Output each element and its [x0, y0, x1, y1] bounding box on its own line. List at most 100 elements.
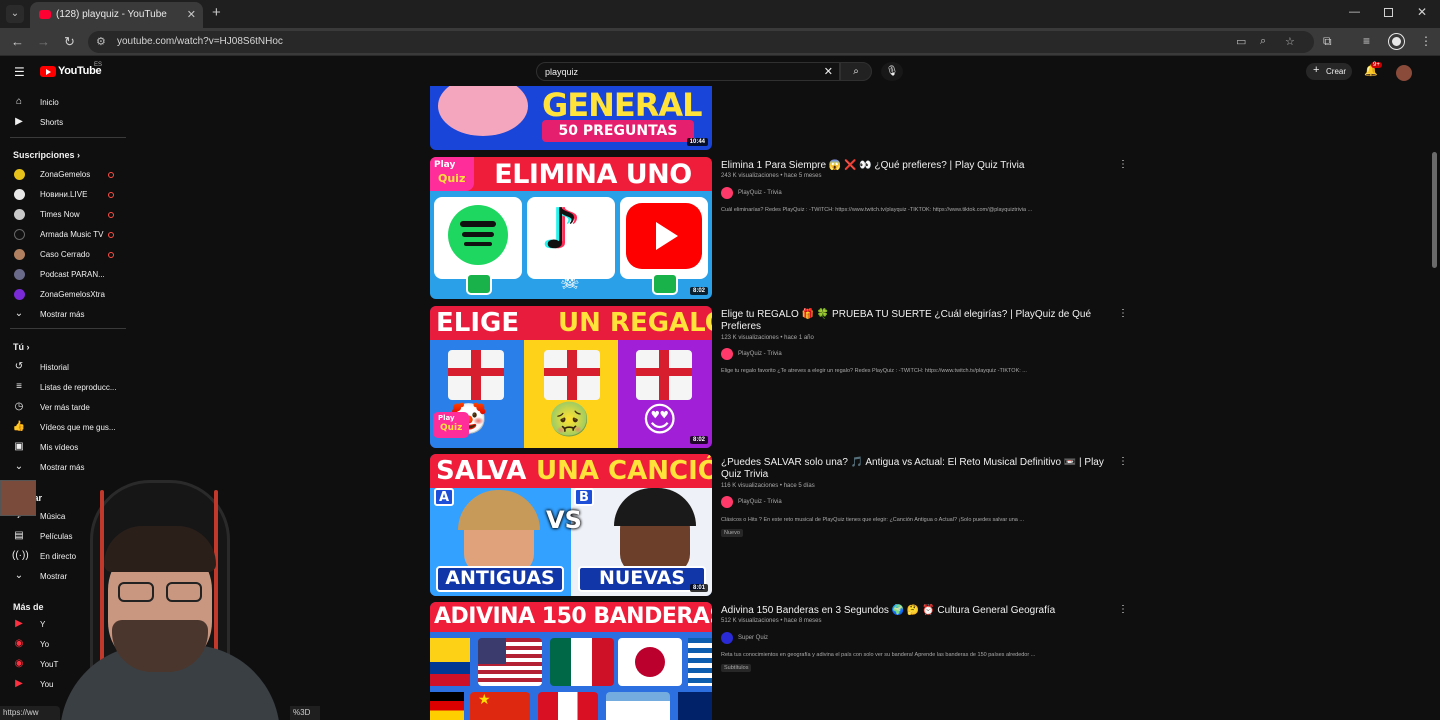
site-info-icon[interactable]: ⚙ — [96, 35, 106, 48]
channel-link[interactable]: Super Quiz — [721, 632, 921, 644]
new-tab-icon[interactable]: + — [212, 4, 221, 21]
search-value[interactable]: playquiz — [545, 67, 578, 77]
sidebar-show-more-you[interactable]: ⌄ Mostrar más — [12, 460, 124, 476]
sidebar-sub-item[interactable]: Podcast PARAN... — [12, 267, 124, 283]
sidebar-item-playlists[interactable]: ≡ Listas de reproducc... — [12, 380, 124, 396]
sidebar-item-yt-service[interactable]: ◉ YouT — [12, 657, 124, 673]
subscriptions-heading[interactable]: Suscripciones › — [13, 150, 80, 160]
channel-link[interactable]: PlayQuiz - Trivia — [721, 496, 921, 508]
sidebar-sub-item[interactable]: Times Now — [12, 207, 124, 223]
you-heading[interactable]: Tú › — [13, 342, 30, 352]
video-title[interactable]: Elige tu REGALO 🎁 🍀 PRUEBA TU SUERTE ¿Cu… — [721, 309, 1106, 333]
thumb-text: NUEVAS — [598, 567, 686, 589]
minimize-window-icon[interactable]: — — [1349, 6, 1360, 18]
channel-avatar[interactable] — [721, 348, 733, 360]
skull-icon: ☠ — [560, 270, 580, 295]
sidebar-show-more-subs[interactable]: ⌄ Mostrar más — [12, 307, 124, 323]
account-avatar[interactable] — [1396, 65, 1412, 81]
channel-link[interactable]: PlayQuiz - Trivia — [721, 348, 921, 360]
video-result[interactable]: SALVA UNA CANCIÓN A B VS ANTIGUAS NUEVAS… — [430, 454, 1130, 596]
thumb-text: ADIVINA 150 BANDERAS — [434, 604, 712, 629]
channel-name[interactable]: Super Quiz — [738, 635, 768, 641]
hamburger-menu-icon[interactable]: ☰ — [14, 65, 25, 79]
sidebar-item-history[interactable]: ↺ Historial — [12, 360, 124, 376]
video-thumbnail[interactable]: SALVA UNA CANCIÓN A B VS ANTIGUAS NUEVAS… — [430, 454, 712, 596]
reload-icon[interactable]: ↻ — [64, 34, 75, 50]
video-thumbnail[interactable]: Play Quiz ELIMINA UNO ♪ ☠ 8:02 — [430, 157, 712, 299]
clear-search-icon[interactable]: ✕ — [824, 65, 833, 78]
zoom-icon[interactable]: ⌕ — [1260, 35, 1266, 48]
thumb-text: ELIGE — [436, 308, 520, 338]
channel-avatar[interactable] — [721, 187, 733, 199]
sidebar-item-watch-later[interactable]: ◷ Ver más tarde — [12, 400, 124, 416]
sidebar-sub-item[interactable]: ZonaGemelos — [12, 167, 124, 183]
sidebar-item-shorts[interactable]: ▶ Shorts — [12, 115, 124, 131]
channel-link[interactable]: PlayQuiz - Trivia — [721, 187, 921, 199]
sidebar-item-my-videos[interactable]: ▣ Mis vídeos — [12, 440, 124, 456]
more-actions-icon[interactable]: ⋮ — [1118, 456, 1128, 467]
video-result[interactable]: ADIVINA 150 BANDERAS ★ Adivina 150 Bande… — [430, 602, 1130, 720]
duration-badge: 8:02 — [689, 436, 708, 444]
browser-tab[interactable]: (128) playquiz - YouTube ✕ — [30, 2, 203, 28]
back-icon[interactable]: ← — [11, 34, 24, 49]
tab-search-dropdown-icon[interactable]: ⌄ — [6, 5, 24, 23]
create-button[interactable]: + Crear — [1306, 63, 1352, 80]
video-thumbnail[interactable]: ELIGE UN REGALO 🤡 🤢 😍 Play Quiz 8:02 — [430, 306, 712, 448]
more-actions-icon[interactable]: ⋮ — [1118, 308, 1128, 319]
bookmark-star-icon[interactable]: ☆ — [1285, 35, 1295, 48]
close-tab-icon[interactable]: ✕ — [187, 8, 196, 21]
more-actions-icon[interactable]: ⋮ — [1118, 604, 1128, 615]
sidebar-item-music[interactable]: ♪ Música — [12, 509, 124, 525]
channel-name[interactable]: PlayQuiz - Trivia — [738, 499, 782, 505]
browser-profile-icon[interactable] — [1389, 34, 1404, 49]
sidebar-item-home[interactable]: ⌂ Inicio — [12, 95, 124, 111]
colombia-flag — [430, 638, 470, 686]
address-bar[interactable]: ⚙ youtube.com/watch?v=HJ08S6tNHoc ▭ ⌕ ☆ — [88, 31, 1314, 53]
sidebar-item-liked[interactable]: 👍 Vídeos que me gus... — [12, 420, 124, 436]
search-input[interactable]: playquiz ✕ — [536, 62, 840, 81]
search-button[interactable]: ⌕ — [840, 62, 872, 81]
channel-name[interactable]: PlayQuiz - Trivia — [738, 190, 782, 196]
youtube-logo-icon[interactable] — [40, 66, 56, 77]
sidebar-show-more-explore[interactable]: ⌄ Mostrar — [12, 569, 124, 585]
sidebar-sub-item[interactable]: Caso Cerrado — [12, 247, 124, 263]
sidebar-sub-item[interactable]: Armada Music TV — [12, 227, 124, 243]
sidebar-item-yt-service[interactable]: ▶ Y — [12, 617, 124, 633]
sidebar-sub-item[interactable]: Новини.LIVE — [12, 187, 124, 203]
media-control-icon[interactable]: ≡ — [1363, 34, 1370, 48]
sidebar-item-movies[interactable]: ▤ Películas — [12, 529, 124, 545]
video-thumbnail[interactable]: GENERAL 50 PREGUNTAS 10:44 — [430, 86, 712, 150]
video-title[interactable]: Elimina 1 Para Siempre 😱 ❌ 👀 ¿Qué prefie… — [721, 160, 1106, 172]
sidebar-item-yt-service[interactable]: ▶ You — [12, 677, 124, 693]
sidebar-item-yt-service[interactable]: ◉ Yo — [12, 637, 124, 653]
video-thumbnail[interactable]: ADIVINA 150 BANDERAS ★ — [430, 602, 712, 720]
install-app-icon[interactable]: ▭ — [1236, 35, 1246, 48]
duration-badge: 10:44 — [686, 138, 708, 146]
sidebar-item-live[interactable]: ((·)) En directo — [12, 549, 124, 565]
voice-search-icon[interactable]: 🎙 — [881, 62, 903, 81]
url-text[interactable]: youtube.com/watch?v=HJ08S6tNHoc — [117, 36, 283, 47]
restore-window-icon[interactable] — [1384, 8, 1393, 17]
video-result[interactable]: GENERAL 50 PREGUNTAS 10:44 — [430, 86, 1130, 150]
video-result[interactable]: Play Quiz ELIMINA UNO ♪ ☠ 8:02 Elimina 1… — [430, 157, 1130, 299]
extensions-icon[interactable]: ⧉ — [1323, 34, 1332, 49]
close-window-icon[interactable]: ✕ — [1417, 5, 1427, 19]
channel-name[interactable]: PlayQuiz - Trivia — [738, 351, 782, 357]
channel-avatar[interactable] — [721, 496, 733, 508]
live-indicator-icon — [108, 172, 114, 178]
forward-icon[interactable]: → — [37, 34, 50, 49]
germany-flag — [430, 692, 464, 720]
sidebar-sub-item[interactable]: ZonaGemelosXtra — [12, 287, 124, 303]
status-bar-url: https://ww — [0, 706, 60, 720]
page-scrollbar[interactable] — [1432, 152, 1437, 268]
channel-avatar — [14, 249, 25, 260]
channel-avatar[interactable] — [721, 632, 733, 644]
browser-menu-icon[interactable]: ⋮ — [1420, 34, 1432, 48]
more-actions-icon[interactable]: ⋮ — [1118, 159, 1128, 170]
video-title[interactable]: Adivina 150 Banderas en 3 Segundos 🌍 🤔 ⏰… — [721, 605, 1106, 617]
channel-avatar — [14, 169, 25, 180]
shorts-icon: ▶ — [15, 116, 23, 127]
sidebar-item-label: Películas — [40, 532, 73, 541]
video-title[interactable]: ¿Puedes SALVAR solo una? 🎵 Antigua vs Ac… — [721, 457, 1106, 481]
video-result[interactable]: ELIGE UN REGALO 🤡 🤢 😍 Play Quiz 8:02 Eli… — [430, 306, 1130, 448]
